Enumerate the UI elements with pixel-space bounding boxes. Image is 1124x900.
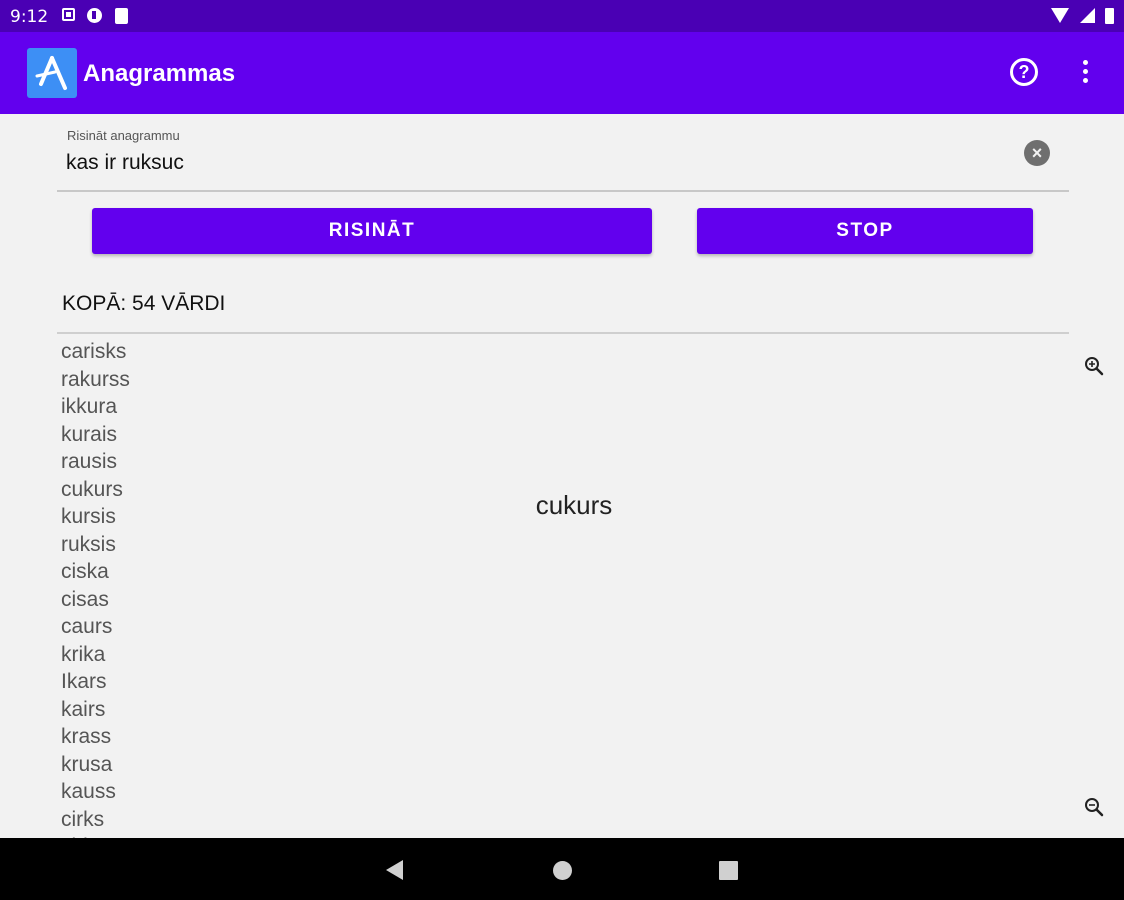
battery-icon [1105,8,1114,24]
recents-icon[interactable] [719,861,738,880]
app-title: Anagrammas [83,60,236,87]
list-item[interactable]: Ikars [61,668,361,696]
list-item[interactable]: carisks [61,338,361,366]
list-item[interactable]: ciska [61,558,361,586]
list-item[interactable]: cirks [61,806,361,834]
list-item[interactable]: kursis [61,503,361,531]
list-item[interactable]: cukurs [61,476,361,504]
list-item[interactable]: kairs [61,696,361,724]
list-item[interactable]: rausis [61,448,361,476]
anagram-field: Risināt anagrammu × [57,124,1069,192]
list-item[interactable]: ikkura [61,393,361,421]
result-list[interactable]: carisks rakurss ikkura kurais rausis cuk… [61,338,361,838]
app-bar: Anagrammas ? [0,32,1124,114]
list-item[interactable]: krusa [61,751,361,779]
anagram-input[interactable] [66,148,1006,178]
notification-a-icon [62,8,75,21]
signal-icon [1079,8,1095,23]
more-vert-icon[interactable] [1074,58,1096,88]
nav-bar [0,838,1124,900]
zoom-in-icon[interactable] [1084,356,1104,376]
selected-word: cukurs [535,490,613,520]
stop-button[interactable]: STOP [697,208,1033,254]
list-item[interactable]: krika [61,641,361,669]
notification-b-icon [87,8,103,23]
status-time: 9:12 [10,7,49,27]
list-item[interactable]: cisas [61,586,361,614]
anagram-logo-icon [27,48,77,98]
zoom-out-icon[interactable] [1084,797,1104,817]
clear-icon[interactable]: × [1024,140,1050,166]
list-item[interactable]: ruksis [61,531,361,559]
list-item[interactable]: krass [61,723,361,751]
result-count: KOPĀ: 54 VĀRDI [62,292,226,315]
status-icons-left [62,8,136,26]
list-item[interactable]: caurs [61,613,361,641]
list-item[interactable]: kurais [61,421,361,449]
list-item[interactable]: kauss [61,778,361,806]
home-icon[interactable] [553,861,572,880]
status-bar: 9:12 [0,0,1124,32]
help-icon[interactable]: ? [1010,58,1038,86]
field-label: Risināt anagrammu [67,128,180,143]
back-icon[interactable] [386,860,403,880]
status-icons-right [1045,8,1114,26]
list-item[interactable]: rakurss [61,366,361,394]
wifi-icon [1051,8,1070,23]
divider [57,332,1069,334]
sd-card-icon [114,8,128,24]
solve-button[interactable]: RISINĀT [92,208,652,254]
